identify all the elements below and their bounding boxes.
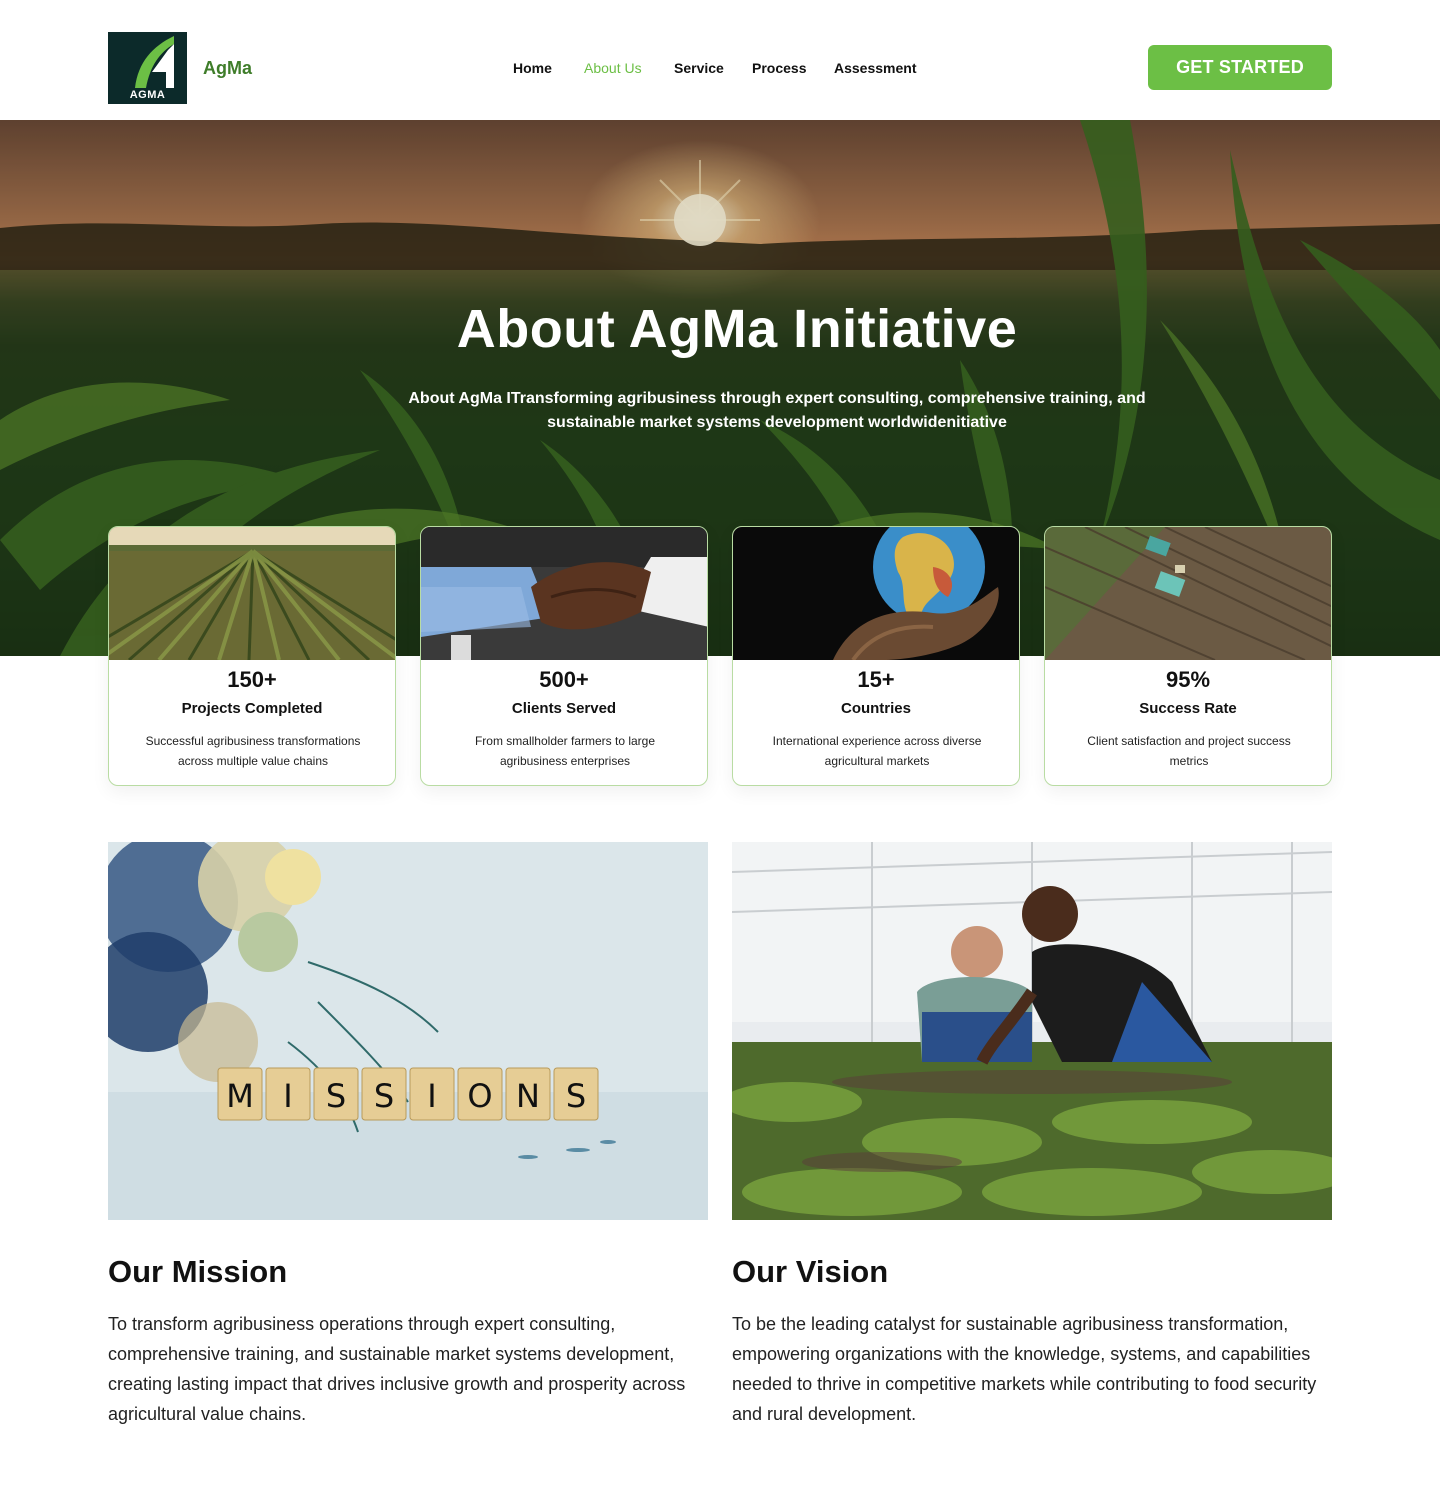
stat-card-success-rate: 95% Success Rate Client satisfaction and…	[1044, 526, 1332, 786]
logo-text: AGMA	[129, 89, 166, 101]
mission-tile-letter: M	[226, 1077, 254, 1115]
vision-text: To be the leading catalyst for sustainab…	[732, 1314, 1317, 1424]
handshake-image	[421, 527, 707, 660]
stat-label: Countries	[840, 700, 911, 717]
stat-number: 15+	[857, 667, 895, 692]
site-header: AGMA AgMa Home About Us Service Process …	[0, 0, 1440, 120]
stat-label: Clients Served	[511, 700, 617, 717]
nav-service[interactable]: Service	[674, 60, 724, 76]
mission-tile-letter: N	[516, 1077, 540, 1115]
globe-image	[733, 527, 1019, 660]
mission-tile-letter: O	[467, 1077, 492, 1115]
stat-label: Projects Completed	[181, 700, 323, 717]
stat-description: Successful agribusiness transformations …	[145, 734, 361, 768]
nav-assessment[interactable]: Assessment	[834, 60, 917, 76]
mission-tile-letter: I	[283, 1077, 292, 1115]
hero-subtitle: About AgMa ITransforming agribusiness th…	[408, 390, 1146, 431]
stat-number: 150+	[227, 667, 277, 692]
nav-process[interactable]: Process	[752, 60, 806, 76]
mission-title: Our Mission	[108, 1254, 288, 1289]
stat-description: International experience across diverse …	[772, 734, 982, 768]
mission-text: To transform agribusiness operations thr…	[108, 1314, 686, 1424]
stat-card-clients: 500+ Clients Served From smallholder far…	[420, 526, 708, 786]
nav-about-us[interactable]: About Us	[584, 60, 642, 76]
stat-description: From smallholder farmers to large agribu…	[474, 734, 656, 768]
stat-card-projects: 150+ Projects Completed Successful agrib…	[108, 526, 396, 786]
greenhouse-farmers-image	[732, 842, 1332, 1220]
hero-title: About AgMa Initiative	[456, 299, 1018, 359]
mission-tile-letter: S	[374, 1077, 394, 1115]
mission-tile-letter: S	[566, 1077, 586, 1115]
stat-number: 500+	[539, 667, 589, 692]
missions-image: M I S S I O N S	[108, 842, 708, 1220]
aerial-tractor-image	[1045, 527, 1331, 660]
stat-description: Client satisfaction and project success …	[1087, 734, 1291, 768]
mission-tile-letter: I	[427, 1077, 436, 1115]
get-started-button[interactable]: GET STARTED	[1148, 45, 1332, 90]
stat-label: Success Rate	[1139, 700, 1237, 717]
vision-title: Our Vision	[732, 1254, 889, 1289]
stat-card-countries: 15+ Countries International experience a…	[732, 526, 1020, 786]
mission-tile-letter: S	[326, 1077, 346, 1115]
crop-field-image	[109, 527, 395, 660]
nav-home[interactable]: Home	[513, 60, 552, 76]
stat-number: 95%	[1165, 667, 1211, 692]
